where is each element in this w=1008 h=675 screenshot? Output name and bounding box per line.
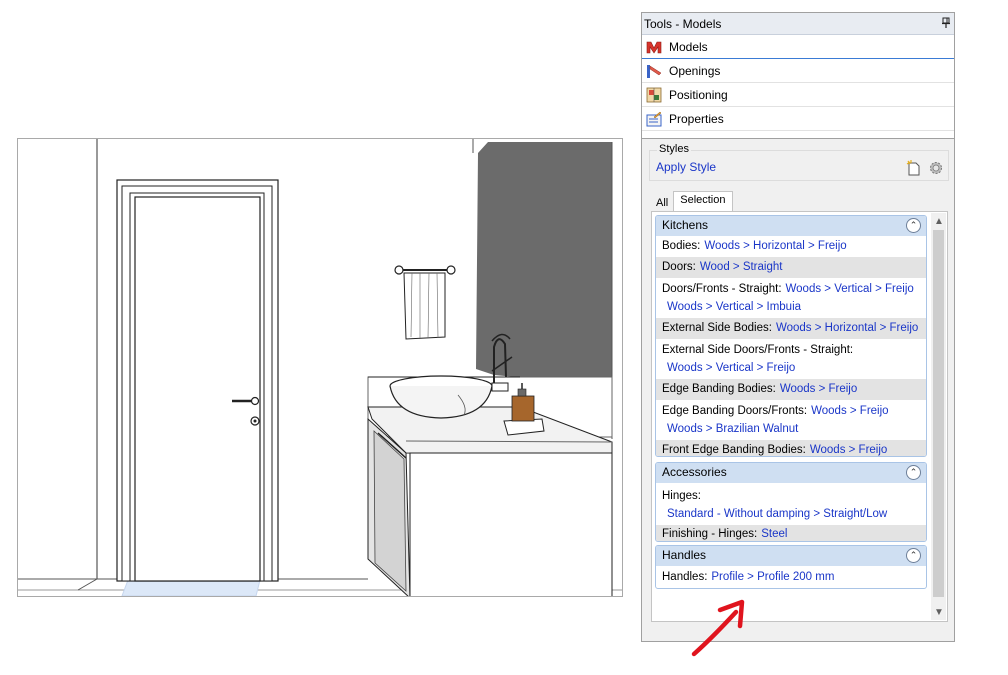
nav-label-models: Models — [669, 39, 708, 54]
new-style-icon[interactable] — [906, 160, 922, 176]
openings-icon — [647, 64, 662, 78]
towel-bar — [394, 265, 456, 340]
row-external-side-doors: External Side Doors/Fronts - Straight: W… — [656, 339, 926, 379]
row-label: Bodies: — [662, 240, 701, 252]
section-header-kitchens[interactable]: Kitchens ⌃ — [656, 216, 926, 236]
tools-panel: Tools - Models Models Openings Positioni… — [641, 12, 955, 642]
row-value-link[interactable]: Woods > Vertical > Freijo — [662, 362, 795, 374]
row-external-side-bodies: External Side Bodies: Woods > Horizontal … — [656, 318, 926, 339]
properties-list: Kitchens ⌃ Bodies: Woods > Horizontal > F… — [651, 211, 948, 622]
row-value-link[interactable]: Woods > Vertical > Freijo — [786, 283, 914, 295]
dark-wall — [476, 142, 612, 387]
row-front-edge-banding: Front Edge Banding Bodies: Woods > Freijo — [656, 440, 926, 456]
row-value-link[interactable]: Standard - Without damping > Straight/Lo… — [662, 508, 887, 520]
nav-label-openings: Openings — [669, 63, 721, 78]
section-kitchens: Kitchens ⌃ Bodies: Woods > Horizontal > F… — [655, 215, 927, 457]
row-value-link[interactable]: Woods > Brazilian Walnut — [662, 423, 798, 435]
row-finishing-hinges: Finishing - Hinges: Steel — [656, 525, 926, 541]
properties-icon — [646, 111, 662, 126]
door — [116, 179, 279, 582]
collapse-icon[interactable]: ⌃ — [906, 465, 921, 480]
section-title-kitchens: Kitchens — [662, 218, 709, 232]
row-value-link[interactable]: Woods > Horizontal > Freijo — [704, 240, 846, 252]
row-value-link[interactable]: Woods > Horizontal > Freijo — [776, 322, 918, 334]
nav-label-properties: Properties — [669, 111, 724, 126]
tab-all[interactable]: All — [651, 194, 673, 211]
row-hinges: Hinges: Standard - Without damping > Str… — [656, 483, 926, 525]
row-doors: Doors: Wood > Straight — [656, 257, 926, 278]
gear-icon[interactable] — [928, 160, 944, 176]
row-value-link[interactable]: Woods > Freijo — [811, 405, 888, 417]
positioning-icon — [646, 87, 662, 102]
section-header-handles[interactable]: Handles ⌃ — [656, 546, 926, 566]
row-label: Handles: — [662, 571, 708, 583]
row-edge-banding-bodies: Edge Banding Bodies: Woods > Freijo — [656, 379, 926, 400]
row-label: Hinges: — [662, 490, 701, 502]
panel-title-bar: Tools - Models — [642, 13, 954, 35]
nav-label-positioning: Positioning — [669, 87, 728, 102]
section-handles: Handles ⌃ Handles: Profile > Profile 200 … — [655, 545, 927, 589]
nav-item-models[interactable]: Models — [642, 35, 954, 59]
row-value-link[interactable]: Woods > Freijo — [810, 444, 887, 456]
collapse-icon[interactable]: ⌃ — [906, 548, 921, 563]
section-accessories: Accessories ⌃ Hinges: Standard - Without… — [655, 462, 927, 542]
row-label: Front Edge Banding Bodies: — [662, 444, 806, 456]
row-handles: Handles: Profile > Profile 200 mm — [656, 566, 926, 588]
row-label: Doors/Fronts - Straight: — [662, 283, 782, 295]
pin-icon[interactable] — [941, 17, 951, 29]
section-title-handles: Handles — [662, 548, 707, 562]
3d-viewport[interactable] — [17, 138, 623, 597]
scroll-down-icon[interactable]: ▼ — [934, 607, 944, 618]
nav-item-properties[interactable]: Properties — [642, 107, 954, 131]
tab-strip: All Selection — [651, 191, 733, 211]
bathroom-render — [18, 139, 622, 596]
row-value-link[interactable]: Profile > Profile 200 mm — [711, 571, 834, 583]
row-label: Doors: — [662, 261, 696, 273]
section-title-accessories: Accessories — [662, 465, 727, 479]
row-value-link[interactable]: Woods > Vertical > Imbuia — [662, 301, 801, 313]
vertical-scrollbar[interactable]: ▲ ▼ — [931, 213, 946, 620]
apply-style-link[interactable]: Apply Style — [656, 160, 716, 174]
row-label: External Side Doors/Fronts - Straight: — [662, 344, 854, 356]
row-bodies: Bodies: Woods > Horizontal > Freijo — [656, 236, 926, 257]
tab-selection[interactable]: Selection — [673, 191, 733, 211]
scroll-thumb[interactable] — [933, 230, 944, 597]
row-value-link[interactable]: Steel — [761, 528, 787, 540]
scroll-up-icon[interactable]: ▲ — [934, 216, 944, 227]
tools-nav: Models Openings Positioning Properties — [642, 35, 954, 139]
styles-legend: Styles — [657, 143, 691, 155]
panel-title: Tools - Models — [644, 17, 722, 31]
row-value-link[interactable]: Woods > Freijo — [780, 383, 857, 395]
section-header-accessories[interactable]: Accessories ⌃ — [656, 463, 926, 483]
styles-group: Styles Apply Style — [649, 143, 949, 181]
row-label: Finishing - Hinges: — [662, 528, 758, 540]
row-edge-banding-doors: Edge Banding Doors/Fronts: Woods > Freijo… — [656, 400, 926, 440]
row-doors-fronts: Doors/Fronts - Straight: Woods > Vertical… — [656, 278, 926, 318]
row-value-link[interactable]: Wood > Straight — [700, 261, 783, 273]
row-label: External Side Bodies: — [662, 322, 772, 334]
row-label: Edge Banding Bodies: — [662, 383, 776, 395]
models-icon — [646, 41, 662, 54]
nav-item-openings[interactable]: Openings — [642, 59, 954, 83]
row-label: Edge Banding Doors/Fronts: — [662, 405, 808, 417]
nav-item-positioning[interactable]: Positioning — [642, 83, 954, 107]
nav-separator — [642, 131, 954, 139]
collapse-icon[interactable]: ⌃ — [906, 218, 921, 233]
red-arrow-annotation — [691, 599, 745, 657]
